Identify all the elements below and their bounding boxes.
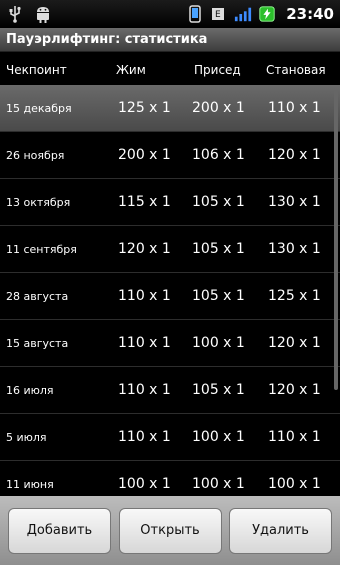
row-date: 5 июля — [6, 430, 47, 444]
button-bar: Добавить Открыть Удалить — [0, 496, 340, 565]
scrollbar[interactable] — [334, 90, 338, 390]
mail-icon: E — [210, 5, 228, 23]
add-button[interactable]: Добавить — [8, 507, 111, 554]
row-squat: 105 x 1 — [192, 194, 245, 210]
page-title: Пауэрлифтинг: статистика — [0, 28, 340, 52]
row-deadlift: 110 x 1 — [268, 429, 321, 445]
header-squat: Присед — [194, 63, 241, 77]
row-squat: 100 x 1 — [192, 429, 245, 445]
row-bench: 115 x 1 — [118, 194, 171, 210]
status-bar: E 23:40 — [0, 0, 340, 28]
row-date: 13 октября — [6, 195, 71, 209]
row-squat: 105 x 1 — [192, 382, 245, 398]
table-row[interactable]: 26 ноября 200 x 1 106 x 1 120 x 1 — [0, 132, 340, 179]
table-header: Чекпоинт Жим Присед Становая — [0, 52, 340, 88]
row-date: 11 сентября — [6, 242, 77, 256]
row-squat: 100 x 1 — [192, 476, 245, 492]
phone-icon — [186, 5, 204, 23]
row-deadlift: 120 x 1 — [268, 147, 321, 163]
table-row[interactable]: 11 июня 100 x 1 100 x 1 100 x 1 — [0, 461, 340, 495]
android-icon — [34, 5, 52, 23]
row-bench: 120 x 1 — [118, 241, 171, 257]
table-row[interactable]: 16 июля 110 x 1 105 x 1 120 x 1 — [0, 367, 340, 414]
table-row[interactable]: 15 августа 110 x 1 100 x 1 120 x 1 — [0, 320, 340, 367]
open-button[interactable]: Открыть — [118, 507, 222, 554]
row-squat: 105 x 1 — [192, 288, 245, 304]
row-date: 11 июня — [6, 477, 54, 491]
table-row[interactable]: 13 октября 115 x 1 105 x 1 130 x 1 — [0, 179, 340, 226]
row-date: 26 ноября — [6, 148, 65, 162]
row-deadlift: 100 x 1 — [268, 476, 321, 492]
svg-text:E: E — [215, 10, 221, 20]
table-row[interactable]: 28 августа 110 x 1 105 x 1 125 x 1 — [0, 273, 340, 320]
row-deadlift: 120 x 1 — [268, 335, 321, 351]
row-squat: 200 x 1 — [192, 100, 245, 116]
signal-icon — [234, 5, 252, 23]
table-row[interactable]: 5 июля 110 x 1 100 x 1 110 x 1 — [0, 414, 340, 461]
row-squat: 105 x 1 — [192, 241, 245, 257]
row-date: 28 августа — [6, 289, 69, 303]
row-bench: 110 x 1 — [118, 288, 171, 304]
usb-icon — [6, 5, 24, 23]
row-date: 16 июля — [6, 383, 54, 397]
row-squat: 106 x 1 — [192, 147, 245, 163]
row-deadlift: 130 x 1 — [268, 241, 321, 257]
row-bench: 110 x 1 — [118, 382, 171, 398]
row-bench: 110 x 1 — [118, 335, 171, 351]
row-deadlift: 110 x 1 — [268, 100, 321, 116]
table-row[interactable]: 11 сентября 120 x 1 105 x 1 130 x 1 — [0, 226, 340, 273]
row-date: 15 августа — [6, 336, 69, 350]
stats-list[interactable]: 15 декабря 125 x 1 200 x 1 110 x 1 26 но… — [0, 85, 340, 495]
clock-time: 23:40 — [286, 5, 334, 23]
table-row[interactable]: 15 декабря 125 x 1 200 x 1 110 x 1 — [0, 85, 340, 132]
row-deadlift: 125 x 1 — [268, 288, 321, 304]
row-bench: 110 x 1 — [118, 429, 171, 445]
header-bench: Жим — [116, 63, 146, 77]
row-squat: 100 x 1 — [192, 335, 245, 351]
delete-button[interactable]: Удалить — [229, 507, 332, 554]
row-bench: 100 x 1 — [118, 476, 171, 492]
battery-icon — [258, 5, 276, 23]
row-date: 15 декабря — [6, 101, 72, 115]
row-bench: 125 x 1 — [118, 100, 171, 116]
row-deadlift: 120 x 1 — [268, 382, 321, 398]
header-deadlift: Становая — [266, 63, 326, 77]
row-bench: 200 x 1 — [118, 147, 171, 163]
header-checkpoint: Чекпоинт — [6, 63, 67, 77]
row-deadlift: 130 x 1 — [268, 194, 321, 210]
